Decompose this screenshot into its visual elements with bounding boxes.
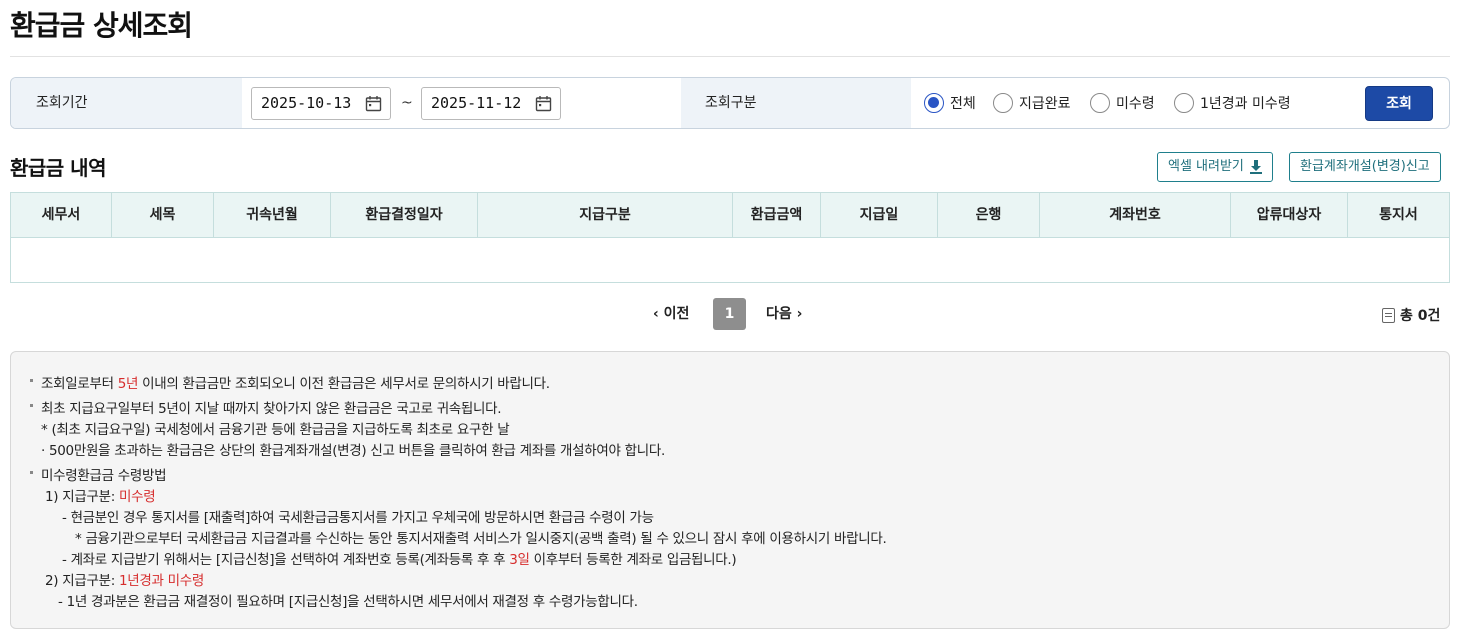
notice-line: 1) 지급구분: 미수령 xyxy=(45,489,156,505)
column-header: 환급금액 xyxy=(733,193,821,237)
title-divider xyxy=(10,56,1450,57)
radio-unclaimed[interactable]: 미수령 xyxy=(1090,92,1155,114)
type-label: 조회구분 xyxy=(681,78,911,128)
excel-download-button[interactable]: 엑셀 내려받기 xyxy=(1157,152,1273,182)
column-header: 세무서 xyxy=(11,193,112,237)
total-count: 총 0건 xyxy=(1382,305,1440,325)
date-to-input[interactable]: 2025-11-12 xyxy=(421,87,561,120)
calendar-icon[interactable] xyxy=(365,95,382,112)
radio-button[interactable] xyxy=(1090,93,1110,113)
section-title: 환급금 내역 xyxy=(10,156,106,180)
radio-button[interactable] xyxy=(993,93,1013,113)
table-header: 세무서 세목 귀속년월 환급결정일자 지급구분 환급금액 지급일 은행 계좌번호… xyxy=(11,193,1449,238)
calendar-icon[interactable] xyxy=(535,95,552,112)
search-button[interactable]: 조회 xyxy=(1365,86,1433,121)
excel-download-label: 엑셀 내려받기 xyxy=(1168,159,1244,174)
notice-line: 조회일로부터 5년 이내의 환급금만 조회되오니 이전 환급금은 세무서로 문의… xyxy=(41,376,550,392)
document-icon xyxy=(1382,307,1395,323)
column-header: 압류대상자 xyxy=(1231,193,1348,237)
radio-label: 1년경과 미수령 xyxy=(1200,96,1291,112)
pagination-current[interactable]: 1 xyxy=(713,298,746,330)
notice-line: 2) 지급구분: 1년경과 미수령 xyxy=(45,573,204,589)
bullet-icon xyxy=(30,379,33,382)
period-label: 조회기간 xyxy=(11,78,242,128)
radio-unclaimed-1year[interactable]: 1년경과 미수령 xyxy=(1174,92,1291,114)
radio-label: 지급완료 xyxy=(1019,96,1071,112)
refund-account-button[interactable]: 환급계좌개설(변경)신고 xyxy=(1289,152,1441,182)
search-panel: 조회기간 2025-10-13 ~ 2025-11-12 조회구분 전체 지급완… xyxy=(10,77,1450,129)
pagination-prev-label: 이전 xyxy=(663,306,690,322)
bullet-icon xyxy=(30,471,33,474)
date-from-value: 2025-10-13 xyxy=(261,94,352,112)
notice-line: * 금융기관으로부터 국세환급금 지급결과를 수신하는 동안 통지서재출력 서비… xyxy=(75,531,887,547)
pagination-next-label: 다음 xyxy=(766,306,792,322)
notice-line: - 계좌로 지급받기 위해서는 [지급신청]을 선택하여 계좌번호 등록(계좌등… xyxy=(62,552,737,568)
pagination-next[interactable]: 다음 › xyxy=(766,298,802,330)
notice-line: * (최초 지급요구일) 국세청에서 금융기관 등에 환급금을 지급하도록 최초… xyxy=(41,422,510,438)
column-header: 지급구분 xyxy=(478,193,733,237)
download-icon xyxy=(1249,160,1262,174)
radio-all[interactable]: 전체 xyxy=(924,92,976,114)
radio-label: 전체 xyxy=(950,96,976,112)
column-header: 지급일 xyxy=(821,193,938,237)
radio-label: 미수령 xyxy=(1116,96,1155,112)
column-header: 통지서 xyxy=(1379,207,1418,223)
refund-table: 세무서 세목 귀속년월 환급결정일자 지급구분 환급금액 지급일 은행 계좌번호… xyxy=(10,192,1450,283)
total-count-label: 총 0건 xyxy=(1400,308,1441,324)
notice-line: · 500만원을 초과하는 환급금은 상단의 환급계좌개설(변경) 신고 버튼을… xyxy=(41,443,665,459)
notice-line: - 1년 경과분은 환급금 재결정이 필요하며 [지급신청]을 선택하시면 세무… xyxy=(58,594,638,610)
column-header: 귀속년월 xyxy=(214,193,331,237)
column-header: 세목 xyxy=(112,193,214,237)
notice-line: 미수령환급금 수령방법 xyxy=(41,468,167,484)
notice-line: 최초 지급요구일부터 5년이 지날 때까지 찾아가지 않은 환급금은 국고로 귀… xyxy=(41,401,502,417)
radio-paid[interactable]: 지급완료 xyxy=(993,92,1071,114)
date-from-input[interactable]: 2025-10-13 xyxy=(251,87,391,120)
radio-button[interactable] xyxy=(924,93,944,113)
refund-account-label: 환급계좌개설(변경)신고 xyxy=(1300,159,1430,174)
radio-button[interactable] xyxy=(1174,93,1194,113)
notice-box: 조회일로부터 5년 이내의 환급금만 조회되오니 이전 환급금은 세무서로 문의… xyxy=(10,351,1450,629)
bullet-icon xyxy=(30,404,33,407)
notice-line: - 현금분인 경우 통지서를 [재출력]하여 국세환급금통지서를 가지고 우체국… xyxy=(62,510,654,526)
pagination-prev[interactable]: ‹ 이전 xyxy=(653,298,689,330)
column-header: 은행 xyxy=(938,193,1040,237)
date-separator: ~ xyxy=(401,95,413,111)
page-title: 환급금 상세조회 xyxy=(10,9,193,42)
column-header: 계좌번호 xyxy=(1040,193,1231,237)
date-to-value: 2025-11-12 xyxy=(431,94,522,112)
column-header: 환급결정일자 xyxy=(331,193,478,237)
